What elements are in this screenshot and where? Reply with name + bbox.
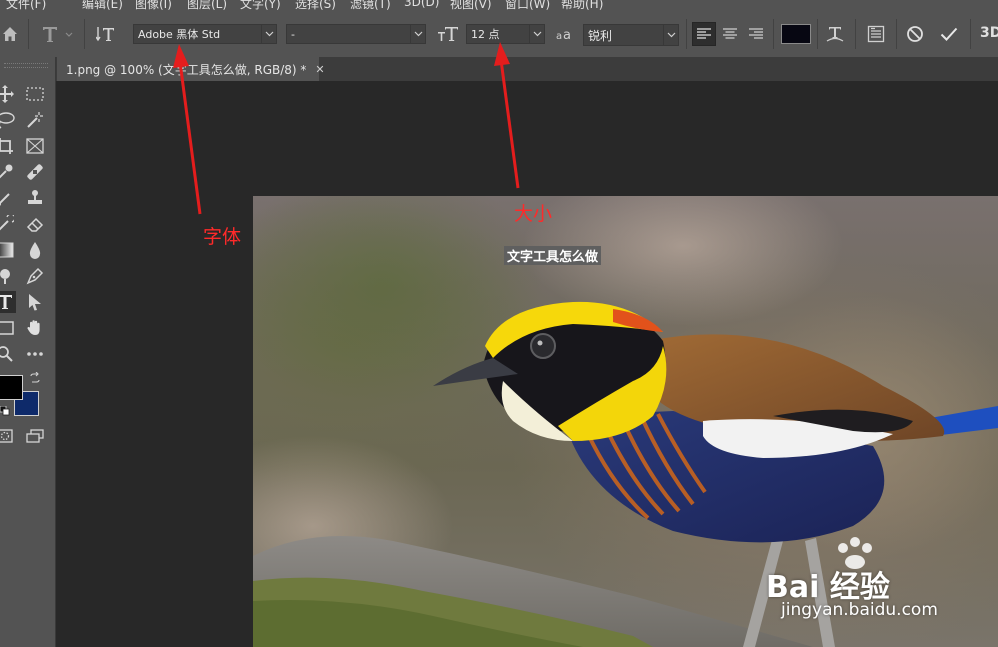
annotation-size-label: 大小 bbox=[514, 203, 553, 225]
annotation-arrows bbox=[173, 42, 520, 215]
annotation-font-label: 字体 bbox=[203, 226, 242, 248]
